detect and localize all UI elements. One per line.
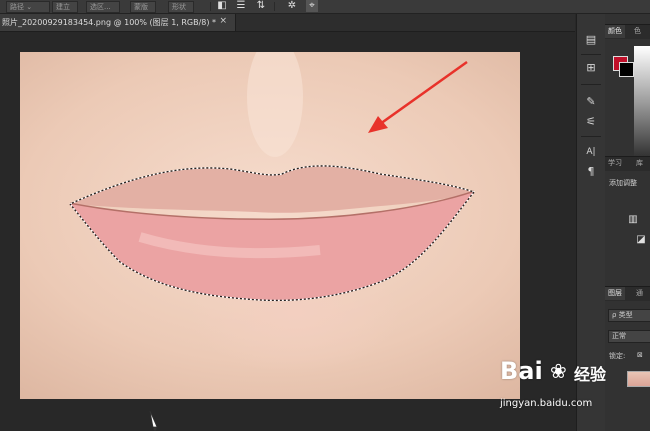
toolbar-separator bbox=[274, 2, 275, 11]
shape-button[interactable]: 形状 bbox=[168, 1, 194, 13]
strip-separator bbox=[581, 84, 601, 85]
adjustments-label: 添加调整 bbox=[609, 179, 637, 187]
selection-button[interactable]: 选区... bbox=[86, 1, 120, 13]
pen-cursor-icon bbox=[149, 410, 158, 431]
path-alignment-icon[interactable]: ☰ bbox=[235, 0, 247, 12]
mask-button[interactable]: 蒙版 bbox=[130, 1, 156, 13]
exposure-adjust-icon[interactable]: ◪ bbox=[635, 234, 647, 246]
document-title: 照片_20200929183454.png @ 100% (图层 1, RGB/… bbox=[2, 18, 217, 27]
path-mode-label: 路径 bbox=[10, 3, 24, 11]
document-tab[interactable]: 照片_20200929183454.png @ 100% (图层 1, RGB/… bbox=[0, 14, 236, 31]
tab-swatches[interactable]: 色 bbox=[631, 25, 644, 38]
learn-panel-header: 学习 库 bbox=[605, 156, 650, 171]
path-mode-select[interactable]: 路径 ⌄ bbox=[6, 1, 50, 13]
brush-icon[interactable]: ✎ bbox=[582, 94, 600, 110]
layer-thumbnail[interactable] bbox=[627, 371, 650, 387]
make-button[interactable]: 建立 bbox=[52, 1, 78, 13]
baidu-jingyan-watermark: Bai ❀ 经验 jingyan.baidu.com bbox=[500, 357, 620, 417]
document-tabstrip: 照片_20200929183454.png @ 100% (图层 1, RGB/… bbox=[0, 14, 575, 32]
paragraph-icon[interactable]: ¶ bbox=[582, 164, 600, 180]
philtrum-highlight bbox=[247, 52, 303, 157]
tab-layers[interactable]: 图层 bbox=[605, 287, 625, 300]
color-picker-field[interactable] bbox=[634, 46, 650, 161]
tab-learn[interactable]: 学习 bbox=[605, 157, 625, 170]
character-icon[interactable]: A| bbox=[582, 144, 600, 160]
strip-separator bbox=[581, 54, 601, 55]
paw-icon: ❀ bbox=[550, 359, 567, 383]
path-operations-icon[interactable]: ◧ bbox=[216, 0, 228, 12]
options-bar: 路径 ⌄ 建立 选区... 蒙版 形状 ◧ ☰ ⇅ ✲ ⌖ bbox=[0, 0, 650, 14]
close-icon[interactable]: × bbox=[219, 16, 227, 26]
watermark-url: jingyan.baidu.com bbox=[500, 398, 593, 409]
tab-color[interactable]: 颜色 bbox=[605, 25, 625, 38]
tab-libraries[interactable]: 库 bbox=[633, 157, 646, 170]
path-arrangement-icon[interactable]: ⇅ bbox=[255, 0, 267, 12]
history-icon[interactable]: ▤ bbox=[582, 32, 600, 48]
annotation-arrow-shaft bbox=[379, 60, 468, 126]
tab-channels[interactable]: 通 bbox=[633, 287, 646, 300]
layer-filter-select[interactable]: ρ 类型 bbox=[608, 309, 650, 322]
levels-adjust-icon[interactable]: ▥ bbox=[627, 214, 639, 226]
watermark-brand-suffix: 经验 bbox=[574, 365, 607, 384]
toolbar-separator bbox=[210, 2, 211, 11]
background-color-swatch[interactable] bbox=[619, 62, 634, 77]
lips-artwork bbox=[68, 52, 476, 302]
color-panel-header: 颜色 色 bbox=[605, 24, 650, 39]
properties-icon[interactable]: ⊞ bbox=[582, 60, 600, 76]
annotation-arrow-head bbox=[368, 116, 388, 133]
adjust-icon[interactable]: ⚟ bbox=[582, 114, 600, 130]
lips-photo[interactable] bbox=[20, 52, 520, 399]
align-edges-icon[interactable]: ⌖ bbox=[306, 0, 318, 12]
lock-transparency-icon[interactable]: ⊠ bbox=[637, 351, 643, 359]
blend-mode-select[interactable]: 正常 bbox=[608, 330, 650, 343]
gear-icon[interactable]: ✲ bbox=[286, 0, 298, 12]
strip-separator bbox=[581, 136, 601, 137]
layers-panel-header: 图层 通 bbox=[605, 286, 650, 301]
watermark-brand: Bai bbox=[500, 357, 543, 385]
